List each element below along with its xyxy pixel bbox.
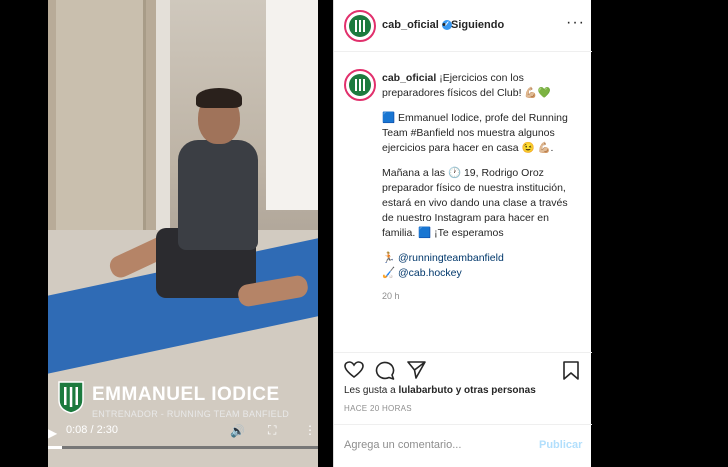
following-button[interactable]: Siguiendo (451, 19, 504, 31)
volume-icon[interactable]: 🔊 (230, 424, 245, 438)
avatar[interactable] (344, 69, 376, 101)
video-overlay-name: EMMANUEL IODICE (92, 384, 280, 405)
share-icon[interactable] (407, 361, 426, 379)
person-hair (196, 88, 242, 108)
comment-input[interactable]: Agrega un comentario... (344, 439, 461, 451)
post-video[interactable]: EMMANUEL IODICE ENTRENADOR - RUNNING TEA… (48, 0, 318, 467)
post-header: cab_oficial ✓ • Siguiendo ··· (334, 0, 592, 52)
video-progress-fill (48, 446, 63, 449)
caption-line-2: 🟦 Emmanuel Iodice, profe del Running Tea… (382, 112, 568, 154)
post-caption: cab_oficial ¡Ejercicios con los preparad… (382, 71, 582, 304)
post-side-panel: cab_oficial ✓ • Siguiendo ··· cab_oficial… (333, 0, 592, 467)
caption-line-3: Mañana a las 🕐 19, Rodrigo Oroz preparad… (382, 167, 568, 239)
video-background-pillar (156, 0, 170, 230)
likes-summary: Les gusta a lulabarbuto y otras personas (344, 385, 536, 396)
caption-username[interactable]: cab_oficial (382, 72, 436, 84)
video-background-door (56, 0, 146, 240)
avatar[interactable] (344, 10, 376, 42)
post-actions (334, 352, 592, 382)
video-overlay-role: ENTRENADOR - RUNNING TEAM BANFIELD (92, 409, 290, 419)
comment-composer: Agrega un comentario... Publicar (334, 424, 592, 467)
video-progress-track[interactable] (48, 446, 318, 449)
video-background-window (266, 0, 318, 210)
bookmark-icon[interactable] (563, 361, 579, 380)
video-time: 0:08 / 2:30 (66, 424, 118, 436)
post-date: HACE 20 HORAS (344, 404, 412, 413)
mention-running-team[interactable]: 🏃🏼 @runningteambanfield (382, 251, 582, 266)
comment-icon[interactable] (375, 361, 395, 380)
video-controls: ▶ 0:08 / 2:30 🔊 ⛶ ⋮ (48, 420, 318, 467)
fullscreen-icon[interactable]: ⛶ (268, 423, 276, 438)
like-heart-icon[interactable] (344, 361, 364, 379)
separator-dot: • (442, 19, 446, 31)
person-torso (178, 140, 258, 250)
more-vertical-icon[interactable]: ⋮ (304, 423, 316, 437)
publish-button[interactable]: Publicar (539, 439, 582, 451)
instagram-post-modal: EMMANUEL IODICE ENTRENADOR - RUNNING TEA… (0, 0, 728, 467)
liker-username[interactable]: lulabarbuto (398, 385, 452, 396)
more-options-icon[interactable]: ··· (566, 14, 585, 32)
post-caption-area: cab_oficial ¡Ejercicios con los preparad… (334, 53, 592, 343)
video-lower-third: EMMANUEL IODICE ENTRENADOR - RUNNING TEA… (48, 376, 318, 422)
play-icon[interactable]: ▶ (48, 426, 57, 440)
caption-timestamp: 20 h (382, 291, 400, 301)
mention-hockey[interactable]: 🏑 @cab.hockey (382, 266, 582, 281)
club-shield-icon (58, 381, 84, 414)
other-likers-link[interactable]: y otras personas (453, 385, 536, 396)
